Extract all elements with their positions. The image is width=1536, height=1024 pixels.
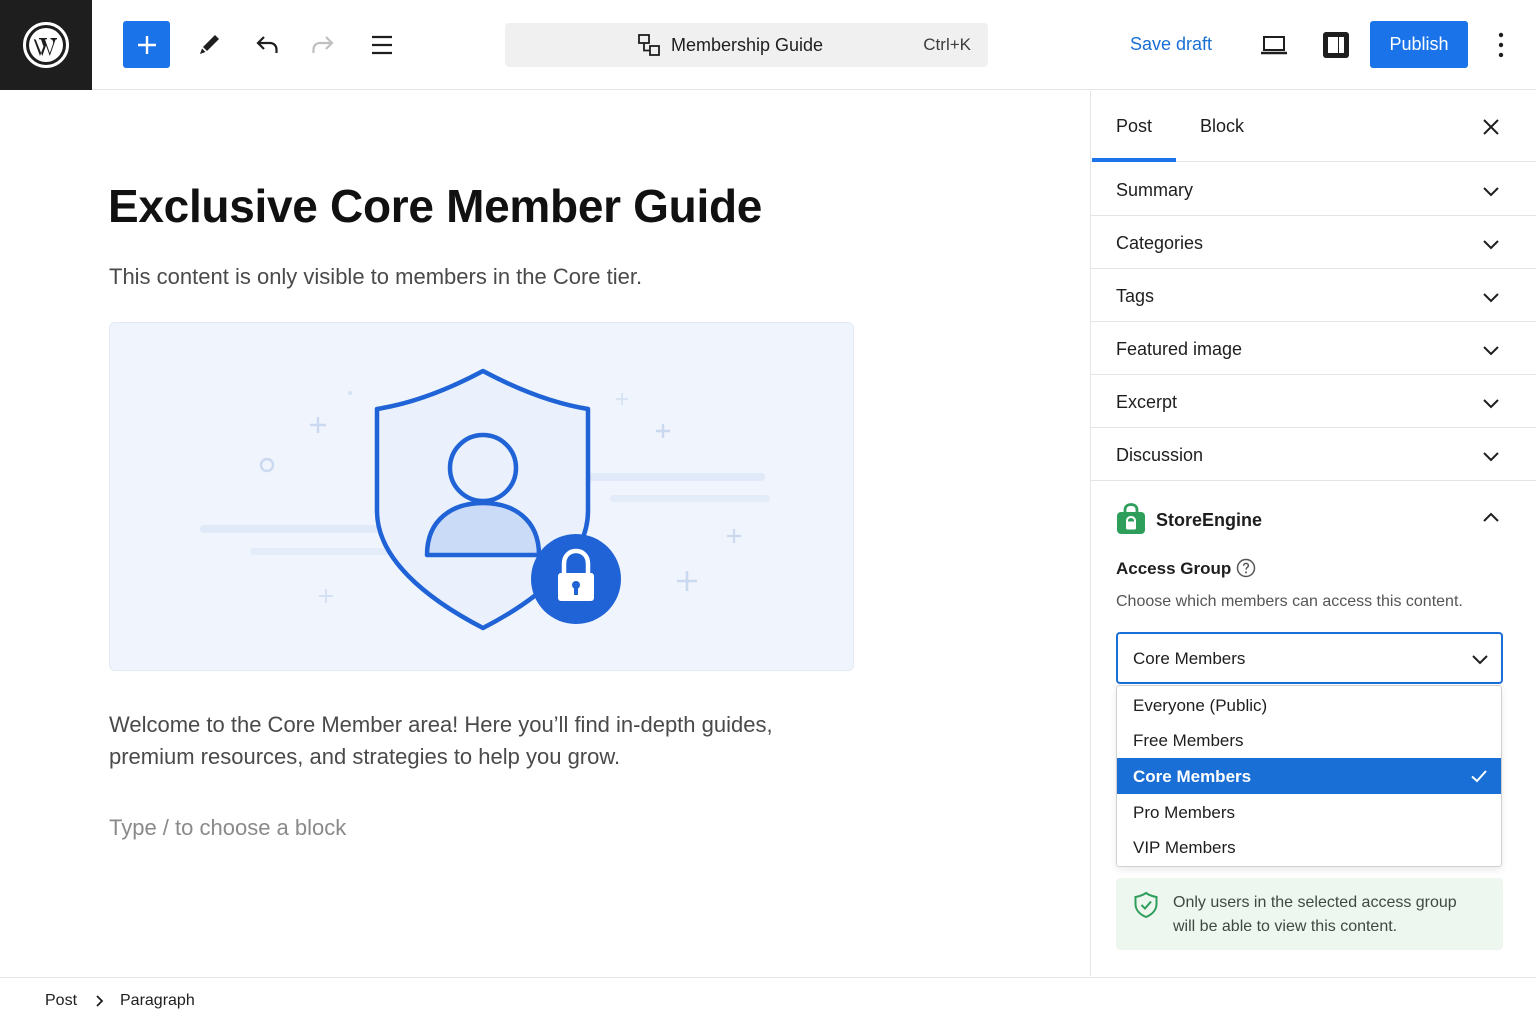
active-tab-indicator [1092,158,1176,162]
list-view-icon [372,35,392,55]
post-title[interactable]: Exclusive Core Member Guide [108,179,762,233]
chevron-down-icon [1483,293,1499,303]
panel-categories[interactable]: Categories [1091,216,1536,269]
option-label: Everyone (Public) [1133,696,1268,715]
shield-check-icon [1134,891,1158,919]
document-title: Membership Guide [671,35,824,55]
wordpress-logo[interactable] [0,0,92,90]
settings-sidebar: Post Block Summary Categories Tags Featu… [1090,91,1536,976]
access-notice-text: Only users in the selected access group … [1173,894,1457,935]
option-free-members[interactable]: Free Members [1117,722,1501,758]
document-overview-button[interactable] [362,25,402,65]
panel-tags-label: Tags [1116,286,1155,306]
option-label: Free Members [1133,731,1244,750]
option-everyone-public[interactable]: Everyone (Public) [1117,687,1501,723]
access-notice: Only users in the selected access group … [1116,878,1503,950]
tools-button[interactable] [189,25,229,65]
pen-icon [200,35,219,54]
option-label: Pro Members [1133,803,1236,822]
access-group-select[interactable]: Core Members [1116,632,1503,684]
options-menu-button[interactable] [1484,25,1518,65]
access-group-label: Access Group [1116,559,1232,578]
access-group-description: Choose which members can access this con… [1116,593,1463,610]
storeengine-panel-header[interactable]: StoreEngine [1116,503,1516,539]
add-block-button[interactable] [123,21,170,68]
member-shield-lock-illustration [200,368,770,631]
breadcrumb-paragraph[interactable]: Paragraph [120,992,195,1010]
block-appender-placeholder[interactable]: Type / to choose a block [109,815,346,841]
storeengine-bag-icon [1117,503,1145,534]
wordpress-icon [23,22,69,68]
preview-button[interactable] [1254,25,1294,65]
check-icon [1471,770,1487,783]
redo-icon [312,36,334,53]
desktop-preview-icon [1261,36,1287,55]
close-sidebar-button[interactable] [1477,113,1505,141]
chevron-down-icon [1483,240,1499,250]
option-label: VIP Members [1133,838,1236,857]
undo-button[interactable] [247,25,287,65]
tab-block[interactable]: Block [1200,91,1244,162]
panel-tags[interactable]: Tags [1091,269,1536,322]
more-vertical-icon [1498,32,1504,58]
plus-icon [137,35,156,54]
editor-header: Membership Guide Ctrl+K Save draft Publi… [0,0,1536,90]
breadcrumb-post[interactable]: Post [45,992,77,1010]
option-pro-members[interactable]: Pro Members [1117,794,1501,830]
option-label: Core Members [1133,767,1252,786]
block-breadcrumb-bar: Post Paragraph [0,977,1536,1024]
sidebar-tabs: Post Block [1091,91,1536,162]
command-palette-bar[interactable]: Membership Guide Ctrl+K [505,23,988,67]
settings-panel-icon [1323,32,1349,58]
tab-post[interactable]: Post [1116,91,1152,162]
settings-toggle-button[interactable] [1316,25,1356,65]
chevron-up-icon [1483,512,1499,522]
editor-canvas: Exclusive Core Member Guide This content… [0,91,1090,976]
save-draft-button[interactable]: Save draft [1130,34,1212,55]
help-icon[interactable] [1236,558,1256,578]
panel-summary-label: Summary [1116,180,1194,200]
panel-categories-label: Categories [1116,233,1204,253]
panel-discussion[interactable]: Discussion [1091,428,1536,481]
storeengine-title: StoreEngine [1156,510,1263,530]
panel-excerpt-label: Excerpt [1116,392,1178,412]
chevron-down-icon [1483,187,1499,197]
chevron-down-icon [1483,399,1499,409]
chevron-down-icon [1483,452,1499,462]
access-group-dropdown: Everyone (Public) Free Members Core Memb… [1116,685,1502,867]
panel-discussion-label: Discussion [1116,445,1204,465]
undo-icon [256,36,278,53]
redo-button[interactable] [303,25,343,65]
publish-button[interactable]: Publish [1370,21,1468,68]
close-icon [1483,119,1499,135]
panel-featured-image-label: Featured image [1116,339,1243,359]
command-shortcut: Ctrl+K [923,35,971,54]
intro-paragraph[interactable]: This content is only visible to members … [109,264,642,290]
chevron-down-icon [1472,655,1488,665]
panel-excerpt[interactable]: Excerpt [1091,375,1536,428]
option-core-members[interactable]: Core Members [1117,758,1501,794]
hero-illustration[interactable] [109,322,854,671]
option-vip-members[interactable]: VIP Members [1117,829,1501,865]
access-group-selected-value: Core Members [1133,649,1246,668]
command-icon [638,34,660,56]
panel-featured-image[interactable]: Featured image [1091,322,1536,375]
chevron-right-icon [96,995,104,1007]
chevron-down-icon [1483,346,1499,356]
panel-summary[interactable]: Summary [1091,163,1536,216]
body-paragraph[interactable]: Welcome to the Core Member area! Here yo… [109,709,849,773]
